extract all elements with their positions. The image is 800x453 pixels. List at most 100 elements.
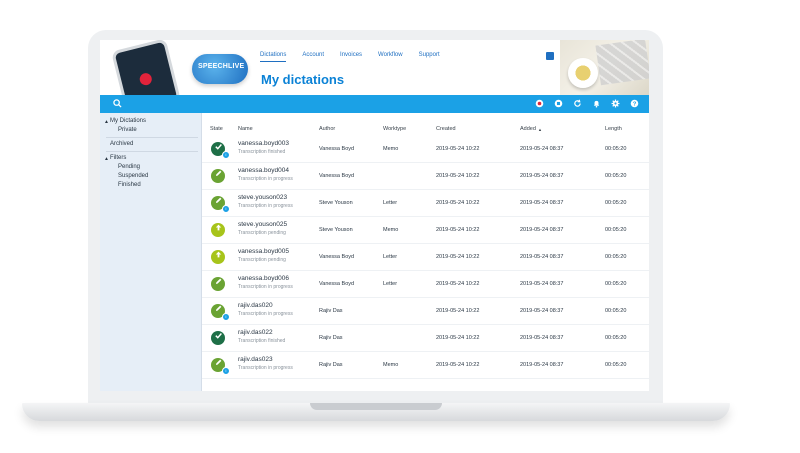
arrow-up-icon [211, 223, 225, 237]
dictation-worktype: Memo [383, 146, 399, 152]
dictation-name[interactable]: steve.youson025 [238, 221, 287, 228]
column-header-state[interactable]: State [210, 126, 223, 132]
sidebar-item-private[interactable]: Private [118, 127, 137, 133]
sidebar-divider [106, 137, 198, 138]
app-screen: SPEECHLIVE Dictations Account Invoices W… [100, 40, 649, 391]
dictation-author: Rajiv Das [319, 308, 343, 314]
dictation-length: 00:05:20 [605, 173, 627, 179]
sidebar-item-my-dictations[interactable]: My Dictations [110, 118, 146, 124]
dictation-created: 2019-05-24 10:22 [436, 173, 480, 179]
speechlive-logo[interactable]: SPEECHLIVE [192, 54, 248, 84]
check-icon [211, 331, 225, 345]
pencil-icon [211, 169, 225, 183]
dictation-name[interactable]: vanessa.boyd005 [238, 248, 289, 255]
sidebar-item-filters[interactable]: Filters [110, 155, 126, 161]
column-header-author[interactable]: Author [319, 126, 335, 132]
dictation-created: 2019-05-24 10:22 [436, 335, 480, 341]
dictation-added: 2019-05-24 08:37 [520, 173, 564, 179]
nav-support[interactable]: Support [419, 52, 440, 62]
dictation-status: Transcription pending [238, 257, 286, 263]
search-icon[interactable] [112, 99, 122, 109]
dictation-added: 2019-05-24 08:37 [520, 146, 564, 152]
column-header-created[interactable]: Created [436, 126, 456, 132]
expand-arrow-icon[interactable]: ▲ [104, 119, 109, 125]
info-icon[interactable]: i [222, 367, 230, 375]
record-dot [138, 71, 154, 87]
table-row[interactable]: i rajiv.das020 Transcription in progress… [202, 297, 649, 325]
table-row[interactable]: i vanessa.boyd003 Transcription finished… [202, 135, 649, 163]
dictation-added: 2019-05-24 08:37 [520, 308, 564, 314]
dictation-length: 00:05:20 [605, 335, 627, 341]
dictation-added: 2019-05-24 08:37 [520, 362, 564, 368]
page-title: My dictations [261, 72, 345, 87]
sidebar-item-pending[interactable]: Pending [118, 164, 140, 170]
nav-invoices[interactable]: Invoices [340, 52, 362, 62]
dictation-created: 2019-05-24 10:22 [436, 254, 480, 260]
table-row[interactable]: steve.youson025 Transcription pending St… [202, 216, 649, 244]
table-row[interactable]: vanessa.boyd004 Transcription in progres… [202, 162, 649, 190]
column-header-name[interactable]: Name [238, 126, 253, 132]
dictation-added: 2019-05-24 08:37 [520, 335, 564, 341]
dictation-name[interactable]: rajiv.das023 [238, 356, 273, 363]
user-icon[interactable] [546, 52, 554, 60]
expand-arrow-icon[interactable]: ▲ [104, 156, 109, 162]
stop-icon[interactable] [553, 99, 563, 109]
refresh-icon[interactable] [572, 99, 582, 109]
dictation-created: 2019-05-24 10:22 [436, 200, 480, 206]
gear-icon[interactable] [610, 99, 620, 109]
help-icon[interactable]: ? [629, 99, 639, 109]
nav-dictations[interactable]: Dictations [260, 52, 287, 62]
table-row[interactable]: vanessa.boyd005 Transcription pending Va… [202, 243, 649, 271]
sidebar-item-suspended[interactable]: Suspended [118, 173, 148, 179]
dictation-status: Transcription in progress [238, 203, 293, 209]
app-header: SPEECHLIVE Dictations Account Invoices W… [100, 40, 649, 114]
dictation-added: 2019-05-24 08:37 [520, 200, 564, 206]
sidebar-item-finished[interactable]: Finished [118, 182, 141, 188]
sidebar: ▲ My Dictations Private Archived ▲ Filte… [100, 113, 202, 391]
dictation-added: 2019-05-24 08:37 [520, 281, 564, 287]
dictation-author: Steve Youson [319, 200, 353, 206]
dictation-length: 00:05:20 [605, 227, 627, 233]
dictation-name[interactable]: vanessa.boyd003 [238, 140, 289, 147]
dictation-name[interactable]: rajiv.das022 [238, 329, 273, 336]
dictation-author: Steve Youson [319, 227, 353, 233]
dictation-name[interactable]: rajiv.das020 [238, 302, 273, 309]
dictation-author: Rajiv Das [319, 335, 343, 341]
dictation-author: Vanessa Boyd [319, 281, 355, 287]
column-header-length[interactable]: Length [605, 126, 622, 132]
table-row[interactable]: i steve.youson023 Transcription in progr… [202, 189, 649, 217]
table-row[interactable]: vanessa.boyd006 Transcription in progres… [202, 270, 649, 298]
column-header-added[interactable]: Added [520, 126, 536, 132]
dictation-added: 2019-05-24 08:37 [520, 254, 564, 260]
dictation-author: Vanessa Boyd [319, 173, 355, 179]
bell-icon[interactable] [591, 99, 601, 109]
nav-workflow[interactable]: Workflow [378, 52, 403, 62]
dictation-length: 00:05:20 [605, 308, 627, 314]
dictation-length: 00:05:20 [605, 200, 627, 206]
dictation-status: Transcription pending [238, 230, 286, 236]
record-icon[interactable] [534, 99, 544, 109]
info-icon[interactable]: i [222, 313, 230, 321]
dictation-status: Transcription in progress [238, 176, 293, 182]
dictation-status: Transcription in progress [238, 284, 293, 290]
dictation-name[interactable]: steve.youson023 [238, 194, 287, 201]
top-nav: Dictations Account Invoices Workflow Sup… [260, 52, 456, 62]
info-icon[interactable]: i [222, 151, 230, 159]
coffee-cup-illustration [568, 58, 598, 88]
nav-account[interactable]: Account [302, 52, 324, 62]
sidebar-item-archived[interactable]: Archived [110, 141, 133, 147]
dictation-added: 2019-05-24 08:37 [520, 227, 564, 233]
dictation-name[interactable]: vanessa.boyd004 [238, 167, 289, 174]
dictation-created: 2019-05-24 10:22 [436, 362, 480, 368]
dictation-created: 2019-05-24 10:22 [436, 308, 480, 314]
column-header-worktype[interactable]: Worktype [383, 126, 406, 132]
sort-ascending-icon[interactable]: ▲ [538, 127, 542, 132]
dictation-length: 00:05:20 [605, 362, 627, 368]
table-row[interactable]: rajiv.das022 Transcription finished Raji… [202, 324, 649, 352]
dictation-name[interactable]: vanessa.boyd006 [238, 275, 289, 282]
dictation-length: 00:05:20 [605, 146, 627, 152]
info-icon[interactable]: i [222, 205, 230, 213]
dictation-status: Transcription finished [238, 338, 286, 344]
table-row[interactable]: i rajiv.das023 Transcription in progress… [202, 351, 649, 379]
laptop-notch [310, 403, 442, 410]
